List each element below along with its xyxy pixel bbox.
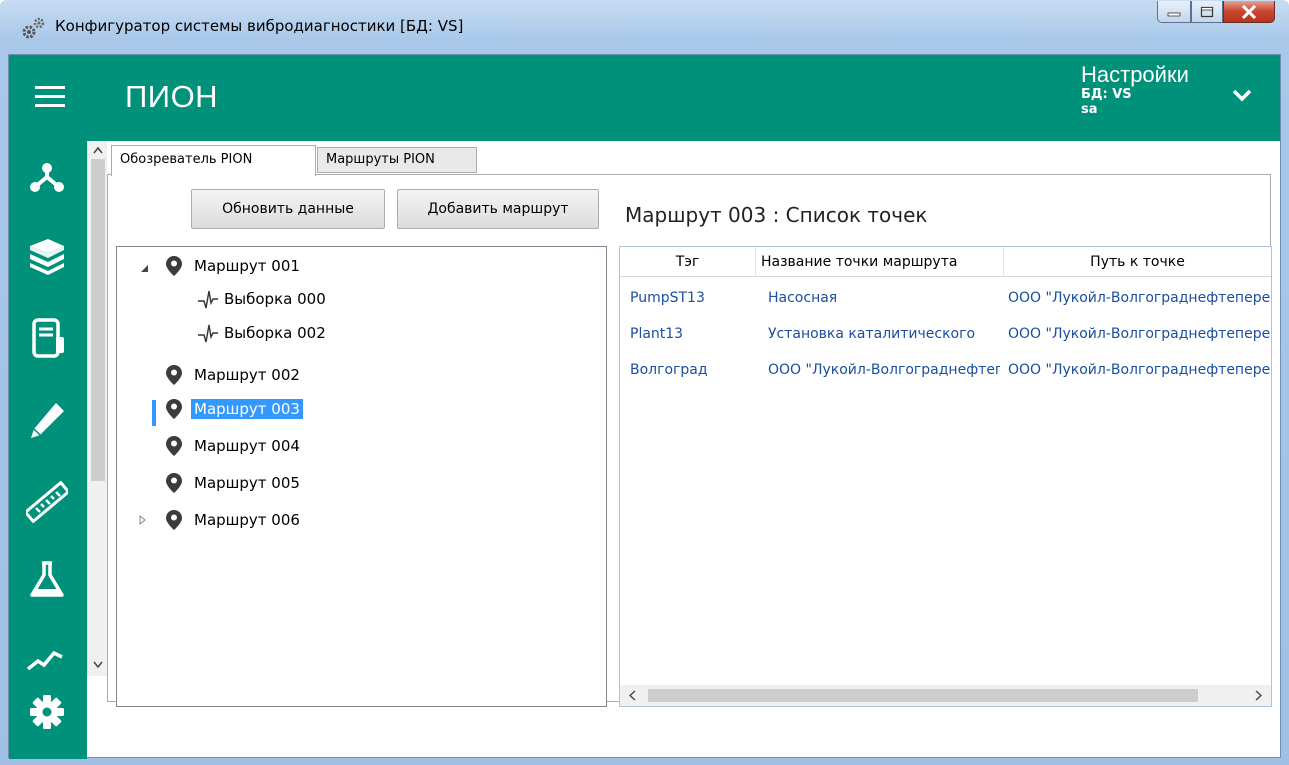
- maximize-icon: [1200, 6, 1214, 17]
- left-navigation: [9, 141, 87, 759]
- database-label: БД: VS: [1081, 87, 1132, 102]
- scroll-right-icon[interactable]: [1253, 690, 1263, 701]
- collapsed-arrow-icon[interactable]: [137, 515, 147, 525]
- tree-item-label: Маршрут 001: [194, 257, 300, 275]
- column-header-path[interactable]: Путь к точке: [1004, 247, 1271, 277]
- tree-item-label: Выборка 000: [224, 290, 326, 308]
- tree-item-sample[interactable]: Выборка 002: [197, 318, 329, 348]
- expanded-arrow-icon[interactable]: [139, 263, 149, 273]
- grid-header: Тэг Название точки маршрута Путь к точке: [620, 247, 1271, 277]
- add-route-button[interactable]: Добавить маршрут: [397, 189, 599, 229]
- gears-app-icon: [22, 17, 45, 39]
- points-grid[interactable]: Тэг Название точки маршрута Путь к точке…: [619, 246, 1272, 707]
- column-header-point-name[interactable]: Название точки маршрута: [756, 247, 1004, 277]
- settings-menu[interactable]: Настройки БД: VS sa: [1081, 62, 1189, 118]
- route-points-title: Маршрут 003 : Список точек: [625, 203, 928, 227]
- tree-item-route[interactable]: Маршрут 002: [165, 360, 303, 390]
- pencil-icon[interactable]: [26, 399, 68, 441]
- gear-icon[interactable]: [26, 691, 68, 733]
- tree-item-label: Маршрут 005: [194, 474, 300, 492]
- client-area: ПИОН Настройки БД: VS sa Обозреватель PI…: [8, 54, 1281, 759]
- tree-item-route[interactable]: Маршрут 001: [165, 251, 303, 281]
- scroll-down-icon[interactable]: [92, 660, 104, 670]
- table-row[interactable]: Plant13 Установка каталитического ООО "Л…: [620, 320, 1271, 348]
- table-row[interactable]: Волгоград ООО "Лукойл-Волгограднефтепере…: [620, 356, 1271, 384]
- waveform-icon: [198, 290, 218, 309]
- map-pin-icon: [166, 365, 182, 385]
- map-pin-icon: [166, 399, 182, 419]
- tree-item-route-selected[interactable]: Маршрут 003: [165, 394, 303, 424]
- refresh-data-button[interactable]: Обновить данные: [191, 189, 385, 229]
- cell-tag: PumpST13: [630, 290, 705, 306]
- settings-title: Настройки: [1081, 62, 1189, 87]
- horizontal-scrollbar[interactable]: [620, 685, 1271, 706]
- tab-routes[interactable]: Маршруты PION: [317, 147, 477, 173]
- tree-item-route[interactable]: Маршрут 004: [165, 431, 303, 461]
- minimize-icon: [1167, 12, 1181, 16]
- books-icon[interactable]: [26, 237, 68, 279]
- cell-point-name: Насосная: [768, 290, 838, 306]
- cell-path: ООО "Лукойл-Волгограднефтепереработка": [1008, 326, 1270, 342]
- tree-item-label: Маршрут 004: [194, 437, 300, 455]
- hamburger-menu-icon[interactable]: [35, 86, 65, 108]
- tree-item-route[interactable]: Маршрут 006: [165, 505, 303, 535]
- cell-tag: Plant13: [630, 326, 684, 342]
- ruler-icon[interactable]: [26, 481, 68, 523]
- cell-tag: Волгоград: [630, 362, 708, 378]
- close-button[interactable]: [1223, 1, 1275, 23]
- scroll-left-icon[interactable]: [628, 690, 638, 701]
- user-label: sa: [1081, 102, 1098, 117]
- window-title: Конфигуратор системы вибродиагностики [Б…: [55, 17, 464, 35]
- trend-chart-icon[interactable]: [26, 635, 68, 677]
- map-pin-icon: [166, 473, 182, 493]
- tree-item-sample[interactable]: Выборка 000: [197, 284, 329, 314]
- cell-path: ООО "Лукойл-Волгограднефтепереработка": [1008, 290, 1270, 306]
- close-icon: [1241, 4, 1257, 19]
- table-row[interactable]: PumpST13 Насосная ООО "Лукойл-Волгоградн…: [620, 284, 1271, 312]
- tree-item-route[interactable]: Маршрут 005: [165, 468, 303, 498]
- waveform-icon: [198, 324, 218, 343]
- cell-point-name: Установка каталитического: [768, 326, 976, 342]
- tree-item-label: Маршрут 002: [194, 366, 300, 384]
- flask-icon[interactable]: [26, 559, 68, 601]
- cell-point-name: ООО "Лукойл-Волгограднефтепереработка": [768, 362, 1000, 378]
- minimize-button[interactable]: [1157, 1, 1191, 23]
- maximize-button[interactable]: [1191, 1, 1223, 23]
- tree-item-label: Маршрут 006: [194, 511, 300, 529]
- hierarchy-icon[interactable]: [26, 155, 68, 197]
- title-bar[interactable]: Конфигуратор системы вибродиагностики [Б…: [0, 0, 1289, 52]
- app-title: ПИОН: [125, 79, 219, 114]
- chevron-down-icon[interactable]: [1231, 87, 1253, 105]
- cell-path: ООО "Лукойл-Волгограднефтепереработка": [1008, 362, 1270, 378]
- selection-marker: [152, 400, 156, 426]
- route-tree[interactable]: Маршрут 001 Выборка 000 Выборка 002 Марш…: [116, 246, 607, 707]
- column-header-tag[interactable]: Тэг: [620, 247, 756, 277]
- app-header: ПИОН Настройки БД: VS sa: [9, 55, 1280, 141]
- tree-item-label: Маршрут 003: [191, 399, 303, 419]
- scrollbar-thumb[interactable]: [648, 689, 1198, 702]
- app-window: Конфигуратор системы вибродиагностики [Б…: [0, 0, 1289, 765]
- map-pin-icon: [166, 436, 182, 456]
- cabinet-icon[interactable]: [26, 317, 68, 359]
- map-pin-icon: [166, 510, 182, 530]
- tab-explorer[interactable]: Обозреватель PION: [111, 145, 316, 176]
- map-pin-icon: [166, 256, 182, 276]
- window-controls: [1157, 1, 1275, 23]
- scroll-up-icon[interactable]: [92, 145, 104, 155]
- nav-scrollbar[interactable]: [87, 141, 107, 676]
- scrollbar-thumb[interactable]: [91, 159, 105, 481]
- tree-item-label: Выборка 002: [224, 324, 326, 342]
